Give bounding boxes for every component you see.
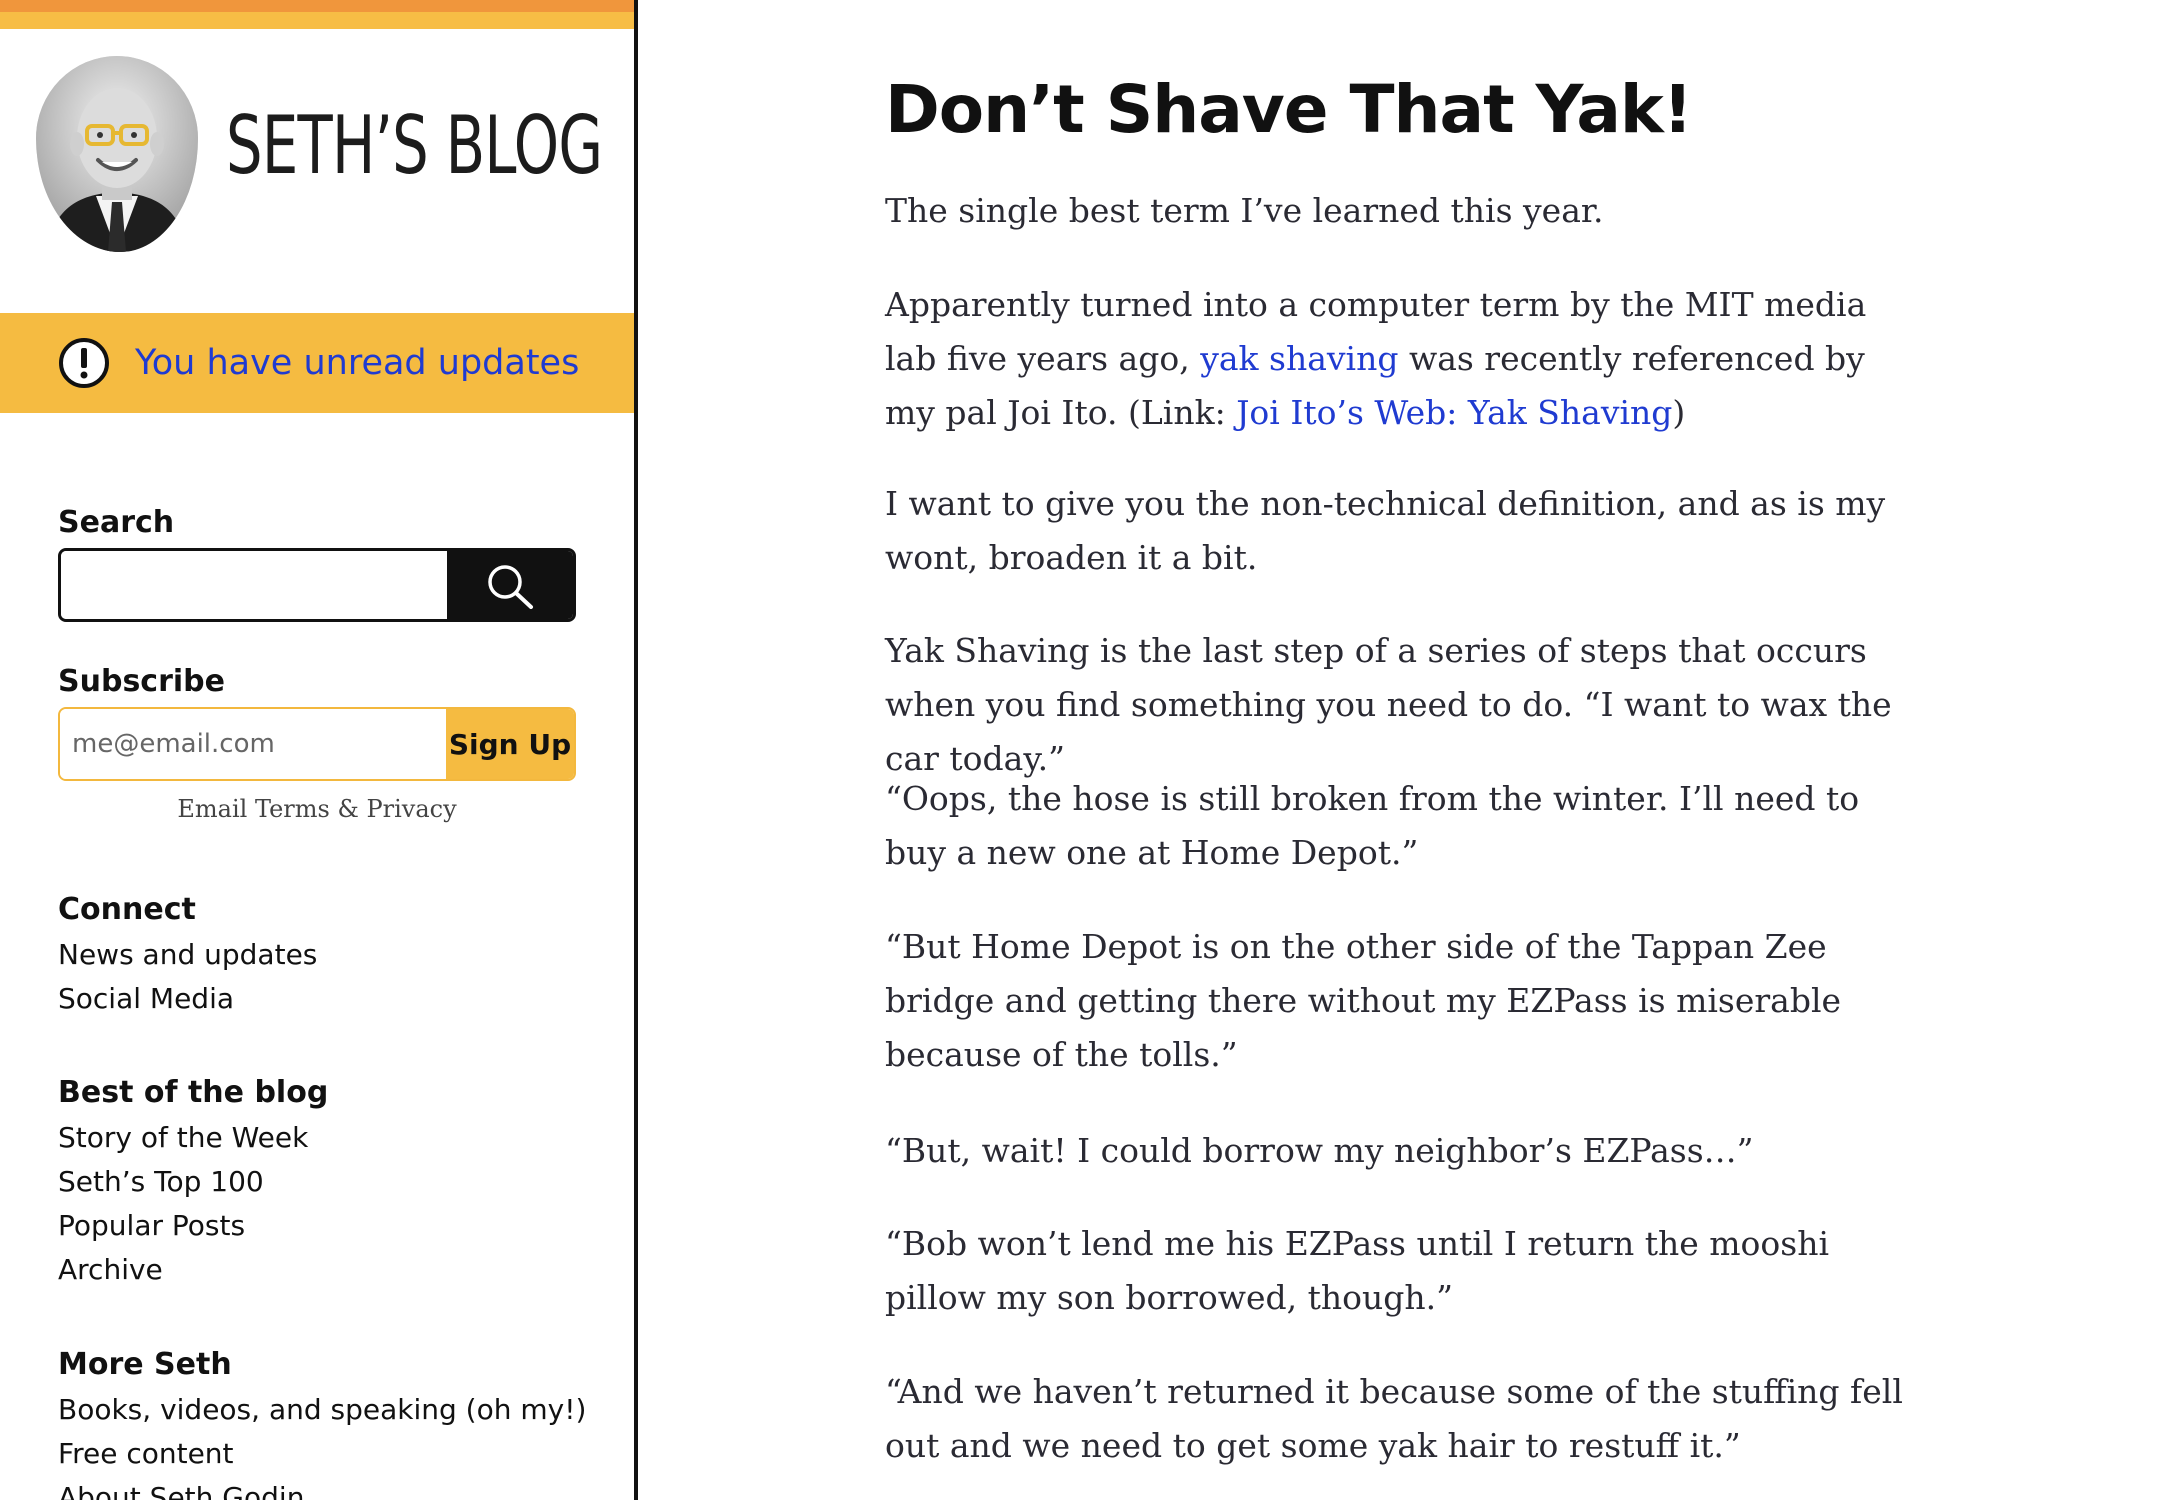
site-title: SETH’S BLOG [226, 99, 603, 192]
post-title: Don’t Shave That Yak! [885, 71, 1693, 148]
sidebar-link-books-videos-speaking[interactable]: Books, videos, and speaking (oh my!) [58, 1392, 586, 1428]
avatar-portrait-image [36, 56, 198, 252]
sidebar-link-about-seth-godin[interactable]: About Seth Godin [58, 1480, 304, 1500]
search-heading: Search [58, 505, 175, 540]
post-paragraph-6: “But Home Depot is on the other side of … [885, 927, 1842, 1074]
sidebar-link-social-media[interactable]: Social Media [58, 981, 234, 1017]
top-stripe-yellow [0, 12, 634, 29]
sidebar-link-story-of-the-week[interactable]: Story of the Week [58, 1120, 308, 1156]
exclamation-circle-icon [59, 338, 109, 388]
sidebar-link-free-content[interactable]: Free content [58, 1436, 234, 1472]
post-paragraph-3: I want to give you the non-technical def… [885, 484, 1886, 577]
unread-updates-link[interactable]: You have unread updates [135, 341, 579, 385]
paragraph-text: ) [1672, 393, 1686, 432]
sidebar-link-news-and-updates[interactable]: News and updates [58, 937, 317, 973]
post-paragraph-9: “And we haven’t returned it because some… [885, 1372, 1903, 1465]
post-paragraph-1: The single best term I’ve learned this y… [885, 191, 1604, 230]
yak-shaving-link[interactable]: yak shaving [1200, 339, 1398, 378]
best-of-blog-heading: Best of the blog [58, 1075, 329, 1110]
site-home-link[interactable]: SETH’S BLOG [36, 56, 603, 256]
search-form [58, 548, 576, 622]
sidebar-link-popular-posts[interactable]: Popular Posts [58, 1208, 245, 1244]
magnifier-icon [488, 565, 533, 609]
post-paragraph-7: “But, wait! I could borrow my neighbor’s… [885, 1131, 1754, 1170]
email-field[interactable] [60, 709, 448, 779]
avatar [36, 56, 198, 252]
sidebar: SETH’S BLOG You have unread updates Sear… [0, 0, 638, 1500]
post-paragraph-5: “Oops, the hose is still broken from the… [885, 779, 1860, 872]
search-input[interactable] [61, 551, 449, 619]
sidebar-link-archive[interactable]: Archive [58, 1252, 163, 1288]
more-seth-heading: More Seth [58, 1347, 232, 1382]
joi-ito-web-link[interactable]: Joi Ito’s Web: Yak Shaving [1236, 393, 1672, 432]
post-paragraph-8: “Bob won’t lend me his EZPass until I re… [885, 1224, 1830, 1317]
unread-updates-banner[interactable]: You have unread updates [0, 313, 634, 413]
top-stripe-orange [0, 0, 634, 12]
subscribe-form: Sign Up [58, 707, 576, 781]
sign-up-button[interactable]: Sign Up [446, 709, 574, 779]
search-button[interactable] [447, 551, 573, 619]
post-paragraph-4: Yak Shaving is the last step of a series… [885, 631, 1892, 778]
sidebar-link-top-100[interactable]: Seth’s Top 100 [58, 1164, 264, 1200]
post-content: Don’t Shave That Yak! The single best te… [640, 0, 2160, 1500]
post-paragraph-2: Apparently turned into a computer term b… [885, 278, 1905, 440]
connect-heading: Connect [58, 892, 196, 927]
email-terms-link[interactable]: Email Terms & Privacy [58, 792, 576, 826]
subscribe-heading: Subscribe [58, 664, 225, 699]
